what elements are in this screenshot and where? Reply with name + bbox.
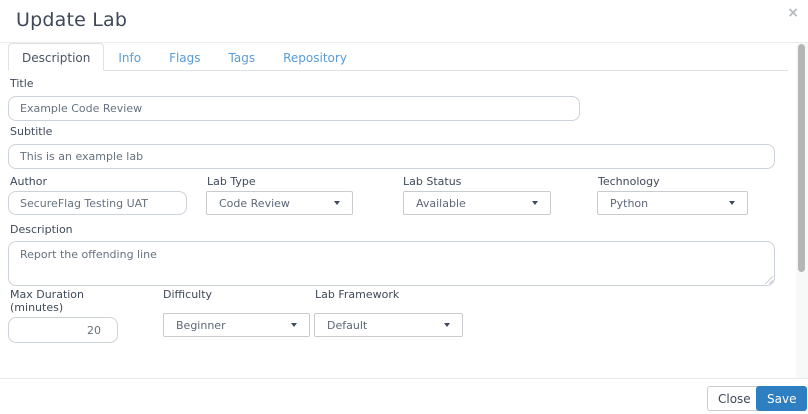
technology-value: Python bbox=[610, 196, 649, 210]
footer-divider bbox=[0, 378, 808, 379]
subtitle-label: Subtitle bbox=[10, 125, 53, 138]
close-button[interactable]: Close bbox=[707, 386, 762, 411]
technology-select[interactable]: Python bbox=[597, 191, 748, 215]
lab-status-select[interactable]: Available bbox=[403, 191, 551, 215]
tab-info[interactable]: Info bbox=[104, 43, 155, 71]
chevron-down-icon bbox=[729, 201, 735, 205]
max-duration-label: Max Duration bbox=[10, 288, 85, 301]
chevron-down-icon bbox=[444, 323, 450, 327]
lab-status-value: Available bbox=[416, 196, 466, 210]
description-label: Description bbox=[10, 223, 73, 236]
difficulty-select[interactable]: Beginner bbox=[163, 313, 310, 337]
technology-label: Technology bbox=[598, 175, 660, 188]
title-input[interactable] bbox=[8, 96, 580, 121]
author-label: Author bbox=[10, 175, 48, 188]
lab-framework-label: Lab Framework bbox=[315, 288, 400, 301]
chevron-down-icon bbox=[334, 201, 340, 205]
tab-description[interactable]: Description bbox=[8, 43, 105, 71]
lab-type-value: Code Review bbox=[219, 196, 290, 210]
author-input[interactable] bbox=[8, 191, 187, 215]
max-duration-label-line2: (minutes) bbox=[10, 301, 64, 314]
lab-status-label: Lab Status bbox=[403, 175, 462, 188]
save-button[interactable]: Save bbox=[756, 386, 808, 411]
tab-tags[interactable]: Tags bbox=[215, 43, 270, 71]
lab-type-label: Lab Type bbox=[207, 175, 256, 188]
lab-framework-select[interactable]: Default bbox=[314, 313, 463, 337]
max-duration-input[interactable] bbox=[8, 317, 118, 343]
description-textarea[interactable]: Report the offending line bbox=[8, 241, 775, 286]
difficulty-label: Difficulty bbox=[163, 288, 213, 301]
tab-bar: Description Info Flags Tags Repository bbox=[8, 43, 788, 71]
close-icon[interactable]: × bbox=[785, 4, 801, 22]
scrollbar-thumb[interactable] bbox=[798, 44, 805, 272]
page-title: Update Lab bbox=[16, 9, 128, 31]
tab-flags[interactable]: Flags bbox=[155, 43, 214, 71]
lab-type-select[interactable]: Code Review bbox=[206, 191, 353, 215]
chevron-down-icon bbox=[532, 201, 538, 205]
title-label: Title bbox=[10, 77, 34, 90]
difficulty-value: Beginner bbox=[176, 318, 226, 332]
chevron-down-icon bbox=[291, 323, 297, 327]
tab-repository[interactable]: Repository bbox=[269, 43, 361, 71]
subtitle-input[interactable] bbox=[8, 144, 775, 169]
lab-framework-value: Default bbox=[327, 318, 368, 332]
